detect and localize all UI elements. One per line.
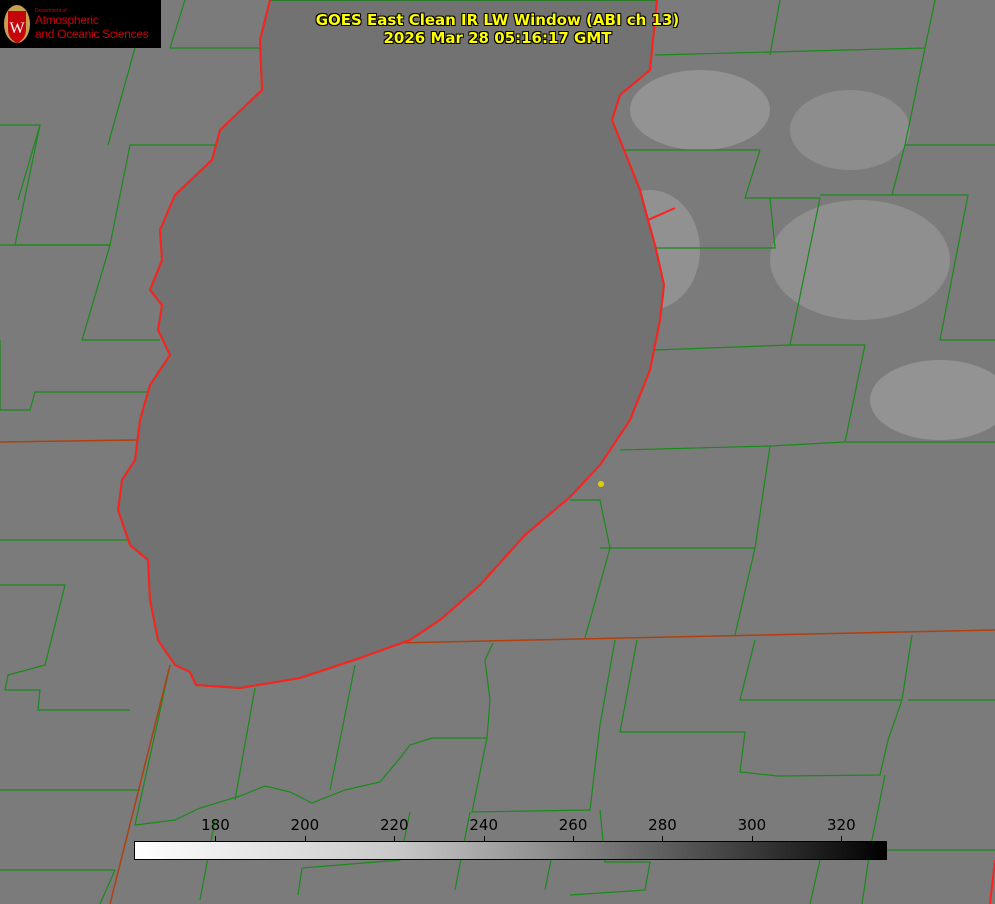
image-timestamp: 2026 Mar 28 05:16:17 GMT	[383, 29, 612, 47]
colorbar-tick-label: 280	[648, 816, 677, 834]
aos-logo: W Department of Atmospheric and Oceanic …	[0, 0, 161, 48]
colorbar-tick-label: 200	[290, 816, 320, 834]
colorbar-tick-mark	[573, 836, 575, 841]
colorbar-tick-mark	[662, 836, 664, 841]
colorbar-tick-mark	[394, 836, 396, 841]
seal-letter: W	[9, 20, 25, 37]
colorbar-tick-label: 180	[201, 816, 230, 834]
colorbar-tick-label: 220	[379, 816, 409, 834]
satellite-image-viewer: W Department of Atmospheric and Oceanic …	[0, 0, 995, 904]
colorbar-tick-mark	[304, 836, 306, 841]
logo-line1: Atmospheric	[35, 13, 99, 27]
colorbar-tick-mark	[751, 836, 753, 841]
colorbar-tick-label: 240	[469, 816, 498, 834]
image-title: GOES East Clean IR LW Window (ABI ch 13)	[315, 11, 680, 29]
colorbar-tick-label: 320	[826, 816, 856, 834]
colorbar-tick-label: 300	[737, 816, 767, 834]
colorbar-tick-mark	[483, 836, 485, 841]
colorbar	[134, 841, 887, 860]
colorbar-tick-mark	[841, 836, 843, 841]
uw-crest-icon: W	[4, 5, 30, 43]
logo-line2: and Oceanic Sciences	[35, 27, 149, 41]
location-marker	[598, 481, 604, 487]
satellite-map	[0, 0, 995, 904]
colorbar-tick-label: 260	[558, 816, 588, 834]
colorbar-tick-mark	[215, 836, 217, 841]
